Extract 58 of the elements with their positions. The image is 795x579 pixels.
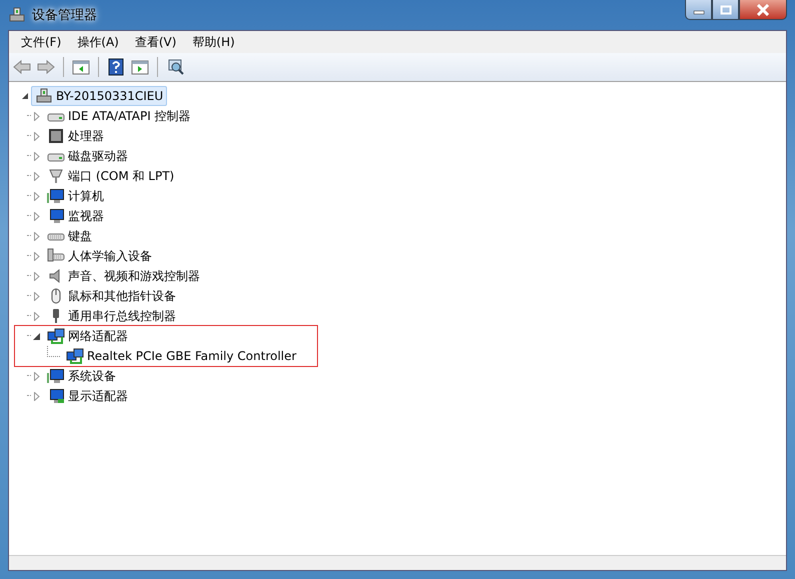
tree-item[interactable]: 系统设备 <box>43 366 120 386</box>
close-button[interactable] <box>739 0 787 20</box>
expand-arrow-icon[interactable] <box>33 272 41 280</box>
tree-item[interactable]: 网络适配器 <box>43 326 132 346</box>
tree-item[interactable]: 键盘 <box>43 226 96 246</box>
port-icon <box>47 168 65 184</box>
tree-item[interactable]: 人体学输入设备 <box>43 246 156 266</box>
collapse-arrow-icon[interactable] <box>21 92 31 100</box>
maximize-button[interactable] <box>712 0 739 20</box>
scan-icon <box>166 58 184 76</box>
tree-item[interactable]: 声音、视频和游戏控制器 <box>43 266 204 286</box>
expand-arrow-icon[interactable] <box>33 392 41 400</box>
expand-arrow-icon[interactable] <box>33 132 41 140</box>
back-arrow-icon <box>13 58 31 76</box>
expand-arrow-icon[interactable] <box>33 112 41 120</box>
computer-icon <box>47 368 65 384</box>
keyboard-icon <box>47 248 65 264</box>
computer-icon <box>47 188 65 204</box>
computer-icon <box>8 7 26 23</box>
panel-icon <box>72 58 90 76</box>
menu-item[interactable]: 帮助(H) <box>184 32 243 52</box>
expand-arrow-icon[interactable] <box>33 192 41 200</box>
monitor-icon <box>47 208 65 224</box>
expand-arrow-icon[interactable] <box>33 312 41 320</box>
collapse-arrow-icon[interactable] <box>33 332 41 340</box>
window-title: 设备管理器 <box>32 7 97 24</box>
expand-arrow-icon[interactable] <box>33 372 41 380</box>
tree-item[interactable]: 处理器 <box>43 126 108 146</box>
tree-item[interactable]: 磁盘驱动器 <box>43 146 132 166</box>
tree-item[interactable]: IDE ATA/ATAPI 控制器 <box>43 106 195 126</box>
minimize-button[interactable] <box>685 0 712 20</box>
computer-icon <box>35 88 53 104</box>
tree-item[interactable]: 计算机 <box>43 186 108 206</box>
expand-arrow-icon[interactable] <box>33 152 41 160</box>
network-icon <box>66 348 84 364</box>
expand-arrow-icon[interactable] <box>33 292 41 300</box>
expand-arrow-icon[interactable] <box>33 212 41 220</box>
maximize-icon <box>720 4 732 14</box>
chip-icon <box>47 128 65 144</box>
menu-item[interactable]: 文件(F) <box>13 32 70 52</box>
tree-item[interactable]: 端口 (COM 和 LPT) <box>43 166 178 186</box>
expand-arrow-icon[interactable] <box>33 252 41 260</box>
expand-arrow-icon[interactable] <box>33 172 41 180</box>
tree-item[interactable]: Realtek PCIe GBE Family Controller <box>62 346 300 366</box>
help-icon <box>107 58 125 76</box>
tree-item[interactable]: 通用串行总线控制器 <box>43 306 180 326</box>
display-icon <box>47 388 65 404</box>
tree-item[interactable]: BY-20150331CIEU <box>31 86 168 106</box>
network-icon <box>47 328 65 344</box>
expand-arrow-icon[interactable] <box>33 232 41 240</box>
panel-icon <box>131 58 149 76</box>
close-icon <box>756 4 770 16</box>
forward-arrow-icon <box>37 58 55 76</box>
menu-item[interactable]: 查看(V) <box>126 32 184 52</box>
menu-item[interactable]: 操作(A) <box>69 32 127 52</box>
tree-item[interactable]: 鼠标和其他指针设备 <box>43 286 180 306</box>
tree-item[interactable]: 监视器 <box>43 206 108 226</box>
tree-item[interactable]: 显示适配器 <box>43 386 132 406</box>
